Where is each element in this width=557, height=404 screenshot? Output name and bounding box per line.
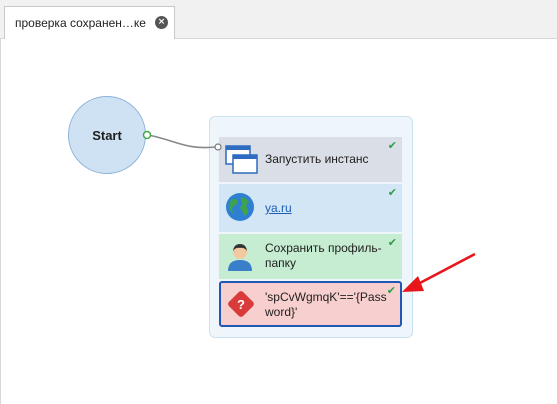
annotation-arrow-shaft (417, 252, 476, 286)
connection-line (147, 134, 217, 149)
annotation-arrow-head (402, 276, 424, 292)
block-input-port (214, 143, 222, 151)
connections-layer (142, 130, 476, 292)
start-output-port (142, 130, 152, 140)
